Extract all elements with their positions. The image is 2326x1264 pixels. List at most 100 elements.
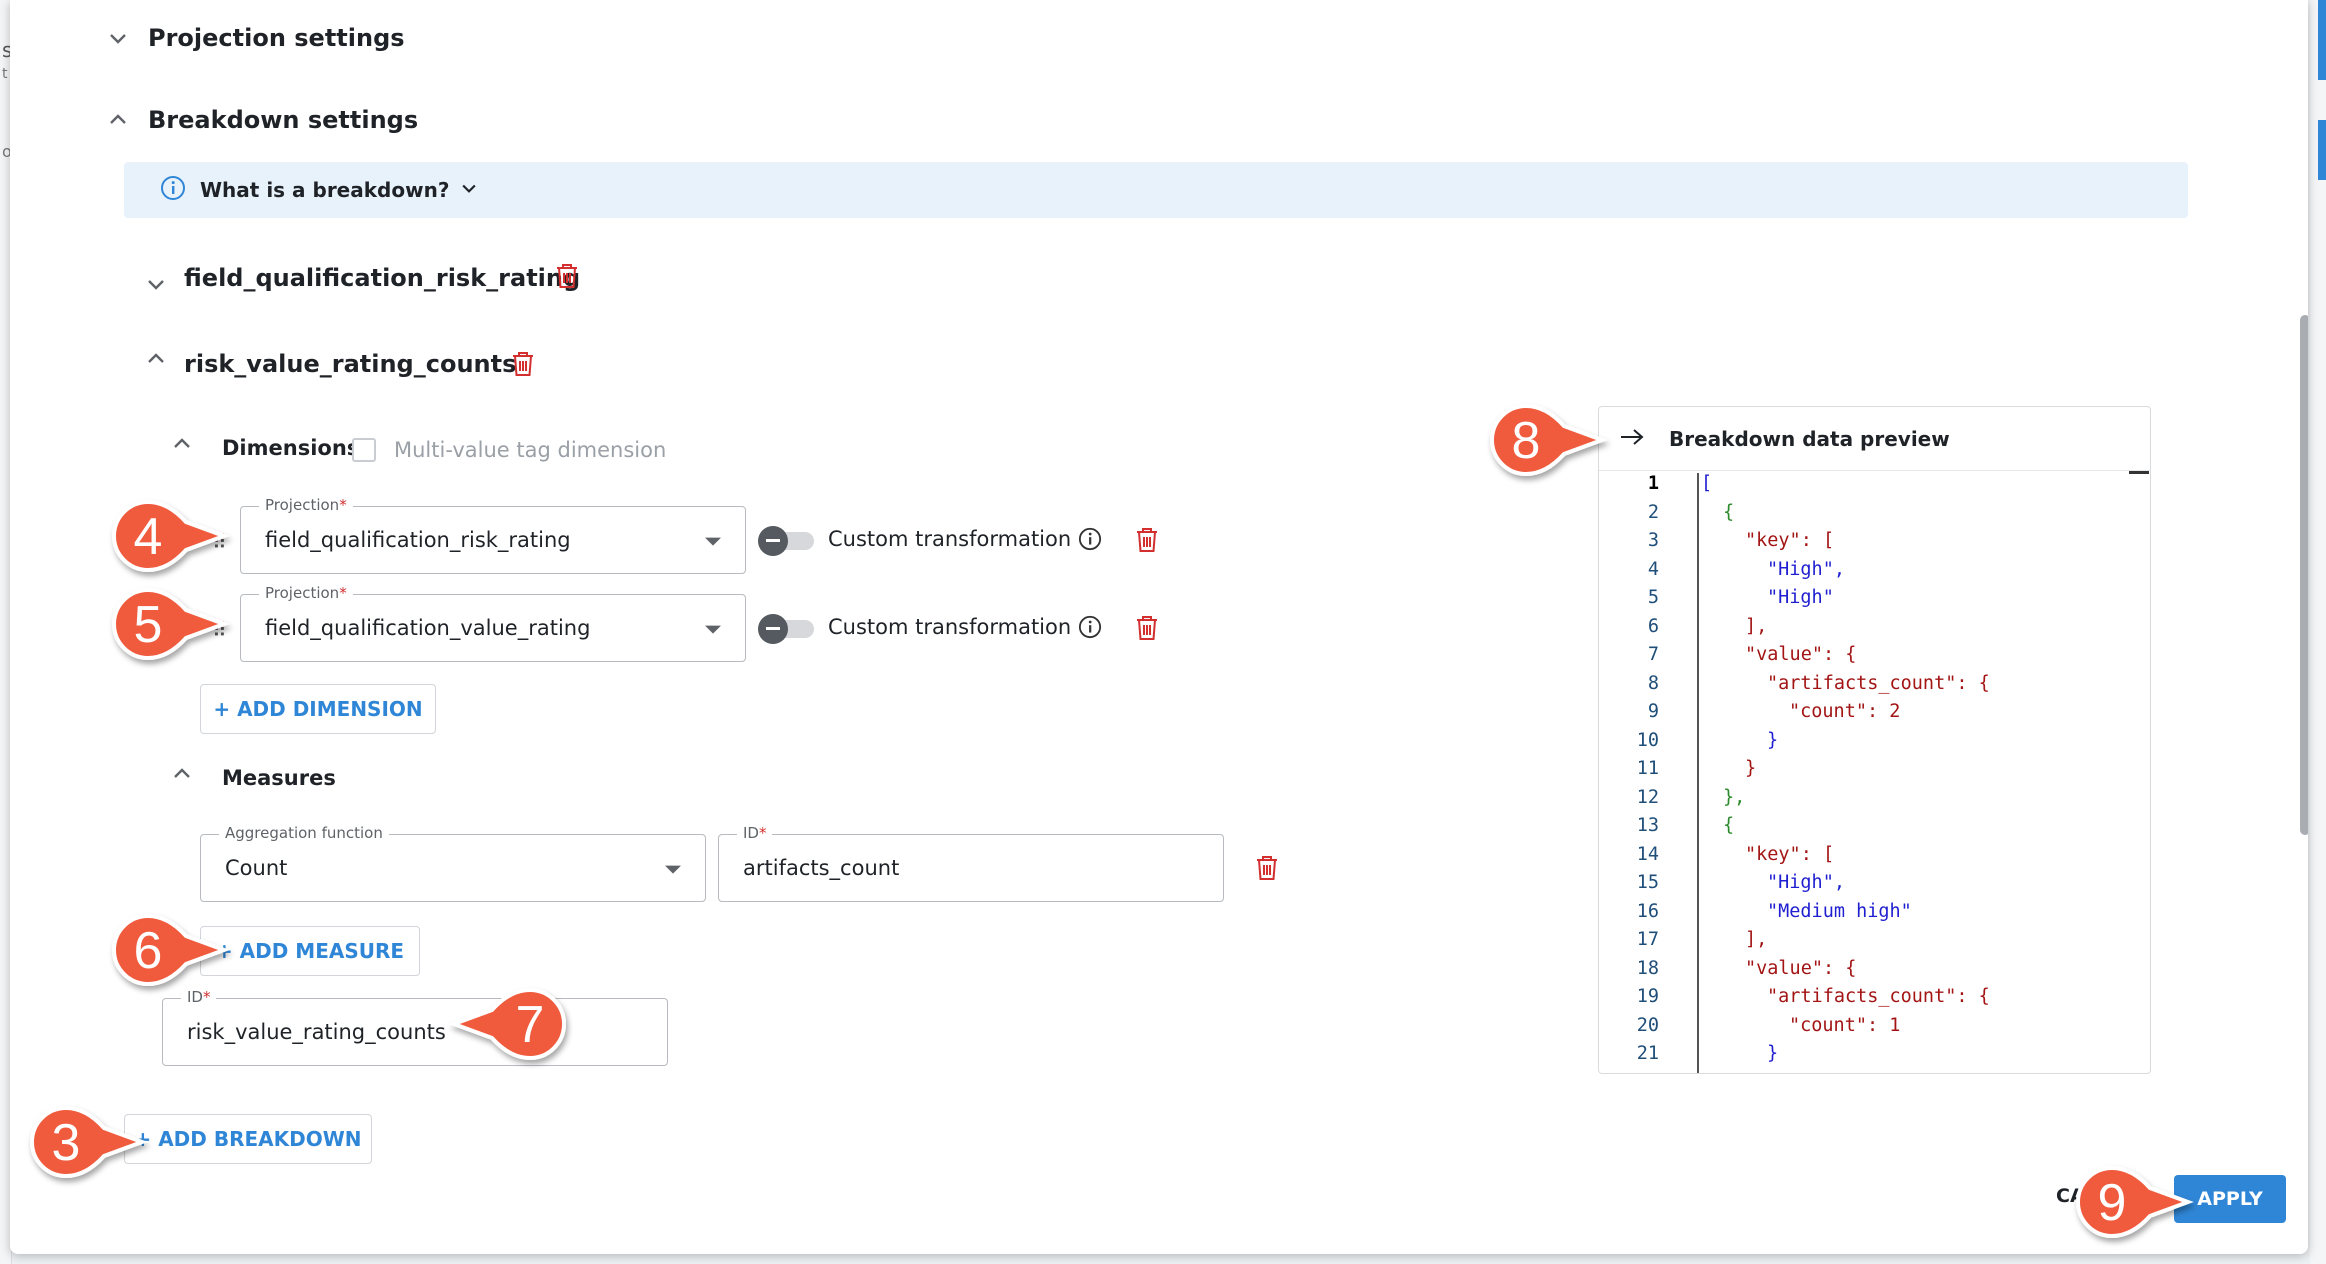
select-value: Count (225, 856, 288, 880)
chevron-down-icon (106, 26, 130, 50)
add-dimension-button[interactable]: + ADD DIMENSION (200, 684, 436, 734)
code-line: { (1723, 501, 1735, 523)
code-line: "artifacts_count": { (1767, 986, 1990, 1007)
line-number: 7 (1647, 644, 1659, 665)
multi-value-checkbox[interactable] (352, 438, 376, 462)
chevron-down-icon (144, 272, 168, 296)
caret-down-icon (705, 625, 721, 634)
chevron-up-icon (170, 432, 194, 456)
callout-4: 4 (110, 498, 240, 578)
code-line: "High" (1767, 587, 1834, 608)
code-line: }, (1723, 786, 1746, 808)
line-number: 14 (1636, 843, 1659, 865)
json-code-editor[interactable]: 1 2 3 4 5 6 7 8 9 10 11 12 13 14 15 16 1… (1599, 473, 2150, 1073)
add-breakdown-button[interactable]: + ADD BREAKDOWN (124, 1114, 372, 1164)
breakdown-settings-modal: Projection settings Breakdown settings W… (10, 0, 2308, 1254)
code-line: { (1723, 815, 1735, 836)
background-right-panel (2310, 0, 2326, 1264)
caret-down-icon (665, 865, 681, 874)
breakdown-settings-header[interactable]: Breakdown settings (106, 106, 418, 134)
custom-transformation-label: Custom transformation (828, 615, 1072, 639)
input-value: artifacts_count (743, 856, 900, 880)
code-line: } (1767, 729, 1779, 751)
custom-transformation-toggle[interactable] (758, 526, 814, 556)
callout-number: 6 (134, 922, 163, 980)
line-number: 17 (1636, 929, 1659, 950)
dimension-1-projection-select[interactable]: Projection* field_qualification_risk_rat… (240, 496, 746, 574)
trash-icon[interactable] (1134, 614, 1160, 646)
field-label: Aggregation function (219, 824, 389, 842)
info-icon[interactable] (1078, 527, 1102, 555)
trash-icon[interactable] (554, 262, 580, 294)
line-number: 2 (1647, 501, 1659, 523)
code-line: "value": { (1745, 644, 1857, 665)
arrow-right-icon[interactable] (1619, 427, 1645, 451)
custom-transformation-toggle[interactable] (758, 614, 814, 644)
code-line: "key": [ (1745, 843, 1835, 865)
line-number: 21 (1636, 1043, 1659, 1064)
banner-text: What is a breakdown? (200, 178, 450, 202)
code-line: "count": 1 (1789, 1014, 1901, 1036)
code-line: "value": { (1745, 957, 1857, 979)
line-number: 12 (1636, 786, 1659, 808)
code-line: "Medium high" (1767, 900, 1912, 922)
input-value: risk_value_rating_counts (187, 1020, 446, 1044)
measure-id-input[interactable]: ID* artifacts_count (718, 824, 1224, 902)
code-line: "count": 2 (1789, 701, 1901, 722)
line-number: 4 (1647, 558, 1659, 580)
callout-9: 9 (2074, 1164, 2204, 1244)
field-label: Projection (265, 496, 340, 514)
multi-value-checkbox-row[interactable]: Multi-value tag dimension (352, 438, 666, 462)
aggregation-function-select[interactable]: Aggregation function Count (200, 824, 706, 902)
select-value: field_qualification_value_rating (265, 616, 591, 640)
preview-title: Breakdown data preview (1669, 426, 1950, 451)
trash-icon[interactable] (1254, 854, 1280, 886)
line-number: 5 (1647, 587, 1659, 608)
line-number: 6 (1647, 615, 1659, 637)
what-is-breakdown-banner[interactable]: What is a breakdown? (124, 162, 2188, 218)
select-value: field_qualification_risk_rating (265, 528, 571, 552)
code-line: ], (1745, 615, 1768, 637)
measures-header[interactable]: Measures (170, 766, 336, 790)
background-blue-tab (2318, 0, 2326, 80)
bg-fragment: t (2, 66, 8, 82)
line-number: 8 (1647, 672, 1659, 694)
modal-scrollbar[interactable] (2300, 315, 2308, 835)
info-icon[interactable] (1078, 615, 1102, 643)
callout-number: 5 (134, 596, 163, 654)
trash-icon[interactable] (510, 350, 536, 382)
callout-7: 7 (438, 986, 568, 1066)
line-number: 9 (1647, 701, 1659, 722)
callout-number: 7 (516, 996, 545, 1054)
breakdown-data-preview-panel: Breakdown data preview 1 2 3 4 5 6 7 8 9… (1598, 406, 2151, 1074)
trash-icon[interactable] (1134, 526, 1160, 558)
breakdown-item-1-header[interactable]: field_qualification_risk_rating (144, 260, 580, 296)
chevron-up-icon (144, 347, 168, 371)
code-line: "key": [ (1745, 530, 1835, 551)
breakdown-item-2-header[interactable]: risk_value_rating_counts (144, 350, 516, 378)
callout-5: 5 (110, 586, 240, 666)
code-line: "High", (1767, 872, 1845, 893)
callout-number: 8 (1512, 412, 1541, 470)
line-number: 11 (1636, 758, 1659, 779)
breakdown-id-input[interactable]: ID* risk_value_rating_counts (162, 988, 668, 1066)
chevron-up-icon (170, 762, 194, 786)
callout-number: 4 (134, 508, 163, 566)
caret-down-icon (705, 537, 721, 546)
line-number: 10 (1636, 729, 1659, 751)
section-title: Breakdown settings (148, 106, 419, 134)
preview-header: Breakdown data preview (1599, 407, 2150, 471)
multi-value-label: Multi-value tag dimension (394, 438, 667, 462)
dimension-2-projection-select[interactable]: Projection* field_qualification_value_ra… (240, 584, 746, 662)
chevron-down-icon (459, 178, 479, 202)
code-line: [ (1701, 473, 1713, 494)
projection-settings-header[interactable]: Projection settings (106, 24, 405, 52)
line-number: 15 (1636, 872, 1659, 893)
callout-3: 3 (28, 1104, 158, 1184)
code-line: "High", (1767, 558, 1845, 580)
callout-8: 8 (1488, 402, 1618, 482)
callout-6: 6 (110, 912, 240, 992)
code-line: } (1745, 758, 1757, 779)
line-number: 3 (1647, 530, 1659, 551)
dimensions-header[interactable]: Dimensions (170, 436, 359, 460)
